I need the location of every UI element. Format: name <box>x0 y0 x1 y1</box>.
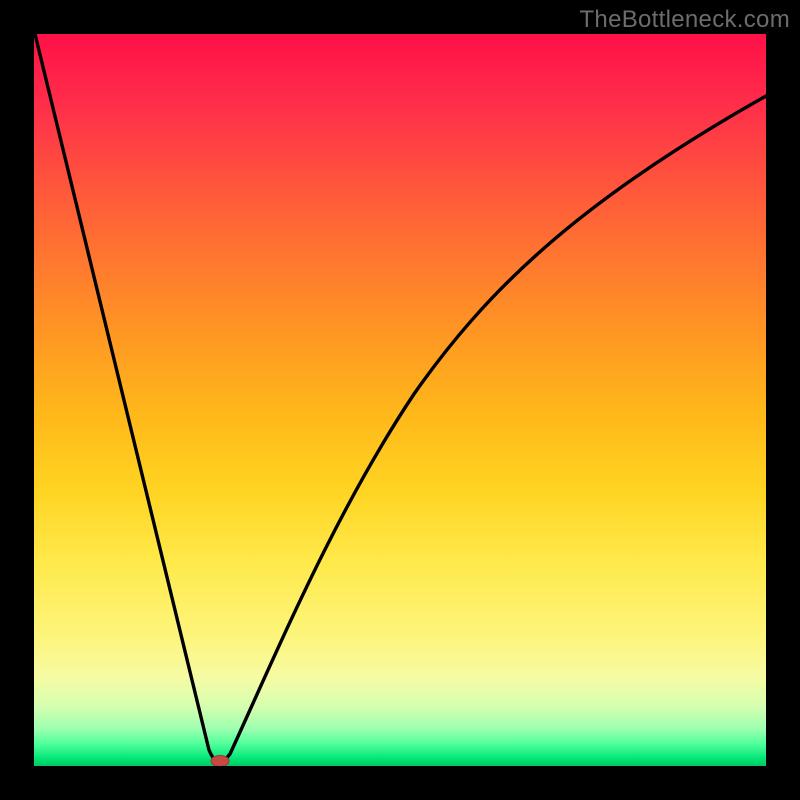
watermark-text: TheBottleneck.com <box>579 6 790 34</box>
bottleneck-curve-path <box>35 34 766 762</box>
minimum-marker <box>211 756 229 767</box>
chart-frame: TheBottleneck.com <box>0 0 800 800</box>
curve-layer <box>34 34 766 766</box>
plot-area <box>34 34 766 766</box>
